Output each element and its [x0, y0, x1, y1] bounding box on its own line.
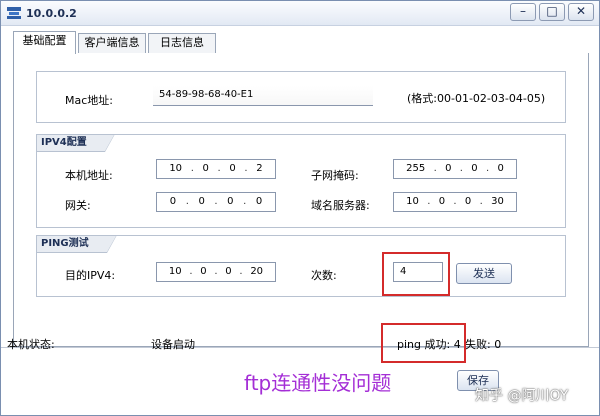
send-button[interactable]: 发送: [456, 263, 512, 284]
ip-octet: 0: [438, 196, 446, 207]
ping-fail-count: 失败: 0: [465, 338, 502, 351]
subnet-mask-field[interactable]: 255. 0. 0. 0: [393, 159, 517, 179]
ip-octet: 0: [464, 196, 472, 207]
minimize-button[interactable]: –: [510, 3, 536, 21]
ip-octet: 0: [169, 196, 177, 207]
local-ip-field[interactable]: 10. 0. 0. 2: [156, 159, 276, 179]
tab-client-info[interactable]: 客户端信息: [78, 33, 146, 53]
close-button[interactable]: ✕: [568, 3, 594, 21]
device-status-label: 本机状态:: [7, 338, 55, 351]
ipv4-section-label: IPV4配置: [36, 134, 115, 152]
ip-octet: 0: [225, 266, 232, 277]
ipv4-group: IPV4配置: [36, 134, 566, 228]
ping-count-label: 次数:: [311, 269, 337, 282]
mac-address-field[interactable]: 54-89-98-68-40-E1: [153, 86, 373, 106]
app-icon: [7, 7, 21, 19]
watermark: 知乎 @阿川OY: [475, 388, 569, 404]
ip-octet: 0: [198, 196, 205, 207]
ip-octet: 0: [497, 163, 504, 174]
dns-server-field[interactable]: 10. 0. 0. 30: [393, 192, 517, 212]
ip-octet: 0: [200, 266, 207, 277]
ip-octet: 2: [256, 163, 263, 174]
ip-octet: 0: [445, 163, 452, 174]
ping-section-label: PING测试: [36, 235, 117, 253]
subnet-mask-label: 子网掩码:: [311, 169, 359, 182]
mac-label: Mac地址:: [65, 94, 113, 107]
ip-octet: 20: [250, 266, 264, 277]
count-highlight-box: [382, 252, 450, 296]
ping-destination-label: 目的IPV4:: [65, 269, 116, 282]
gateway-label: 网关:: [65, 199, 91, 212]
ip-octet: 255: [406, 163, 426, 174]
dns-label: 域名服务器:: [311, 199, 370, 212]
ping-destination-field[interactable]: 10. 0. 0. 20: [156, 262, 276, 282]
ip-octet: 0: [202, 163, 209, 174]
gateway-field[interactable]: 0. 0. 0. 0: [156, 192, 276, 212]
local-ip-label: 本机地址:: [65, 169, 113, 182]
annotation-text: ftp连通性没问题: [244, 371, 392, 395]
ip-octet: 30: [491, 196, 504, 207]
tab-basic-config[interactable]: 基础配置: [13, 31, 76, 54]
window-title: 10.0.0.2: [26, 7, 77, 20]
status-divider: [1, 347, 599, 348]
ip-octet: 10: [168, 266, 182, 277]
ip-octet: 10: [406, 196, 419, 207]
ip-octet: 10: [169, 163, 183, 174]
window: 10.0.0.2 – □ ✕ 基础配置 客户端信息 日志信息 Mac地址: 54…: [0, 0, 600, 416]
title-bar: 10.0.0.2 – □ ✕: [1, 1, 599, 26]
ip-octet: 0: [227, 196, 234, 207]
ping-result-highlight-box: [381, 323, 466, 363]
ip-octet: 0: [229, 163, 236, 174]
tab-log-info[interactable]: 日志信息: [148, 33, 216, 53]
ip-octet: 0: [255, 196, 263, 207]
maximize-button[interactable]: □: [539, 3, 565, 21]
mac-format-hint: (格式:00-01-02-03-04-05): [407, 92, 546, 105]
device-status-value: 设备启动: [151, 338, 195, 351]
ip-octet: 0: [471, 163, 478, 174]
